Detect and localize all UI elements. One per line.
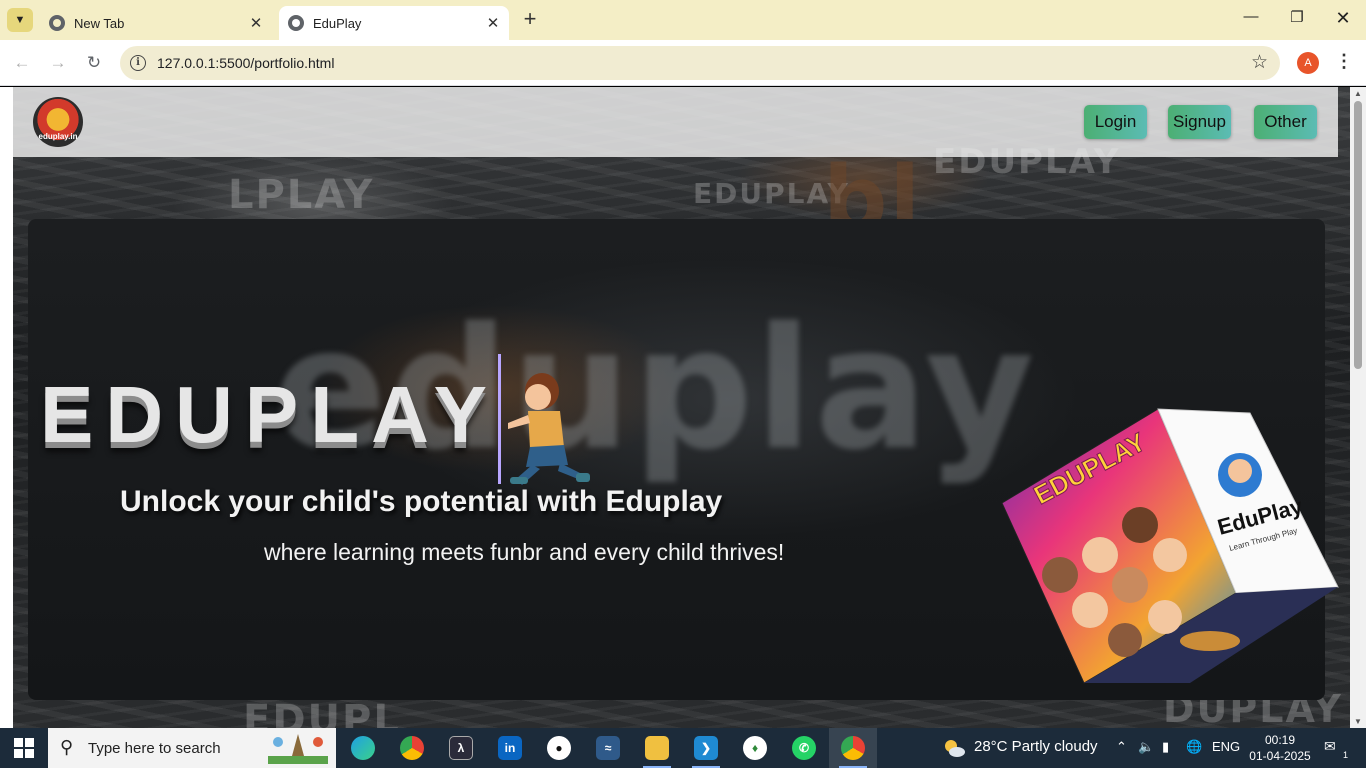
background-texture: EDUPL	[243, 697, 401, 728]
scroll-up-arrow[interactable]: ▲	[1353, 89, 1363, 98]
scroll-down-arrow[interactable]: ▼	[1353, 717, 1363, 726]
login-button[interactable]: Login	[1084, 105, 1147, 139]
hero-subtitle: where learning meets funbr and every chi…	[264, 539, 785, 565]
tab-strip: ▼ New Tab ✕ EduPlay ✕ + — ❐ ✕	[0, 0, 1366, 40]
taskbar-devtool[interactable]: λ	[437, 728, 485, 768]
linkedin-icon: in	[498, 736, 522, 760]
close-icon[interactable]: ✕	[246, 13, 266, 33]
taskbar-chrome[interactable]	[388, 728, 436, 768]
signup-button[interactable]: Signup	[1168, 105, 1231, 139]
taskbar-explorer[interactable]	[633, 728, 681, 768]
search-icon: ⚲	[60, 737, 74, 757]
restore-button[interactable]: ❐	[1284, 8, 1310, 32]
clock-date: 01-04-2025	[1249, 749, 1311, 763]
folder-icon	[645, 736, 669, 760]
taskbar-search[interactable]: ⚲ Type here to search	[48, 728, 336, 768]
edge-icon	[351, 736, 375, 760]
vscode-icon: ❯	[694, 736, 718, 760]
clock-time: 00:19	[1264, 733, 1296, 747]
partly-cloudy-icon[interactable]	[942, 736, 966, 760]
new-tab-button[interactable]: +	[518, 8, 542, 32]
taskbar-edge[interactable]	[339, 728, 387, 768]
other-button[interactable]: Other	[1254, 105, 1317, 139]
code-app-icon: λ	[449, 736, 473, 760]
address-bar[interactable]: i 127.0.0.1:5500/portfolio.html ☆	[120, 46, 1280, 80]
tab-new-tab[interactable]: New Tab ✕	[40, 6, 272, 40]
notification-count: 1	[1342, 750, 1348, 760]
bookmark-star-icon[interactable]: ☆	[1251, 51, 1268, 74]
close-icon[interactable]: ✕	[483, 13, 503, 33]
page-scrollbar[interactable]: ▲ ▼	[1350, 87, 1366, 728]
info-icon[interactable]: i	[130, 55, 146, 71]
taskbar-mysql[interactable]: ≈	[584, 728, 632, 768]
menu-icon[interactable]: ⋮	[1334, 51, 1354, 75]
eduplay-cube-graphic: EDUPLAY EduPlay Learn Through Play	[1001, 408, 1339, 684]
forward-button[interactable]: →	[46, 51, 70, 75]
hero-title: EDUPLAY	[40, 370, 499, 459]
chevron-up-icon[interactable]: ⌃	[1116, 739, 1127, 755]
tab-search-button[interactable]: ▼	[7, 8, 33, 32]
page-viewport: LPLAY EDUPLAY bl EDUPLAY EDUPL DUPLAY ed…	[0, 87, 1366, 728]
taskbar-search-placeholder: Type here to search	[88, 740, 221, 757]
taskbar-vscode[interactable]: ❯	[682, 728, 730, 768]
windows-start-icon[interactable]	[14, 738, 34, 758]
tab-title: New Tab	[74, 15, 125, 31]
typing-cursor	[498, 354, 501, 484]
back-button[interactable]: ←	[10, 51, 34, 75]
language-indicator[interactable]: ENG	[1212, 739, 1240, 754]
chrome-icon	[841, 736, 865, 760]
taskbar-mongodb[interactable]: ♦	[731, 728, 779, 768]
windows-taskbar: ⚲ Type here to search λ in ● ≈ ❯ ♦ ✆ 28°…	[0, 728, 1366, 768]
scroll-thumb[interactable]	[1354, 101, 1362, 369]
taskbar-github[interactable]: ●	[535, 728, 583, 768]
github-icon: ●	[547, 736, 571, 760]
notification-icon[interactable]: ✉ 1	[1324, 738, 1348, 760]
whatsapp-icon: ✆	[792, 736, 816, 760]
database-icon: ≈	[596, 736, 620, 760]
chrome-icon	[49, 15, 65, 31]
close-window-button[interactable]: ✕	[1330, 8, 1356, 32]
logo-text: eduplay.in	[38, 132, 78, 141]
globe-icon	[288, 15, 304, 31]
child-pushing-illustration	[508, 373, 590, 485]
taskbar-whatsapp[interactable]: ✆	[780, 728, 828, 768]
url-text[interactable]: 127.0.0.1:5500/portfolio.html	[157, 55, 334, 71]
network-globe-icon[interactable]: 🌐	[1186, 739, 1202, 755]
minimize-button[interactable]: —	[1238, 8, 1264, 32]
leaf-icon: ♦	[743, 736, 767, 760]
background-texture: LPLAY	[228, 172, 375, 218]
weather-text[interactable]: 28°C Partly cloudy	[974, 738, 1098, 755]
eiffel-tower-icon	[268, 734, 328, 764]
reload-button[interactable]: ↻	[82, 51, 106, 75]
tab-eduplay[interactable]: EduPlay ✕	[279, 6, 509, 40]
profile-avatar[interactable]: A	[1297, 52, 1319, 74]
tab-title: EduPlay	[313, 15, 362, 31]
site-header: eduplay.in Login Signup Other	[13, 87, 1338, 157]
taskbar-chrome-profile[interactable]	[829, 728, 877, 768]
battery-icon[interactable]: ▮	[1162, 739, 1169, 755]
system-clock[interactable]: 00:19 01-04-2025	[1248, 732, 1312, 764]
taskbar-linkedin[interactable]: in	[486, 728, 534, 768]
volume-icon[interactable]: 🔈	[1138, 739, 1154, 755]
browser-toolbar: ← → ↻ i 127.0.0.1:5500/portfolio.html ☆ …	[0, 40, 1366, 86]
eduplay-logo[interactable]: eduplay.in	[33, 97, 83, 147]
chrome-icon	[400, 736, 424, 760]
hero-tagline: Unlock your child's potential with Edupl…	[120, 485, 723, 518]
